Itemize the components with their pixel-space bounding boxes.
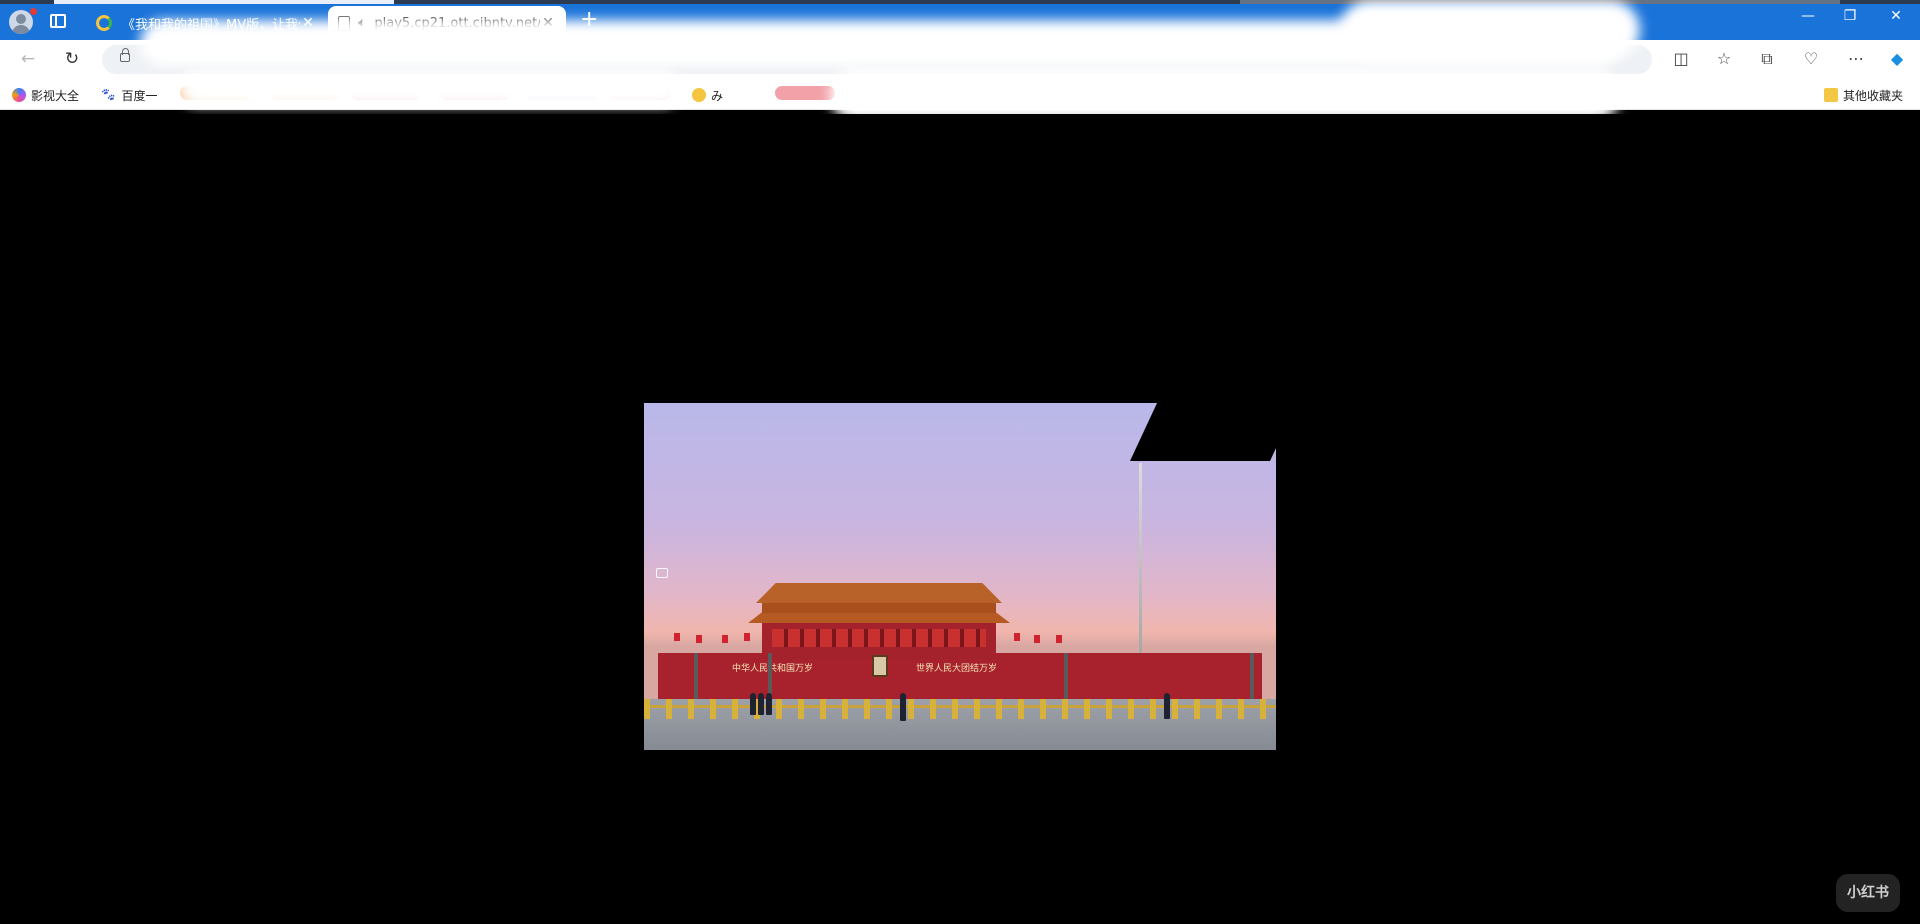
notification-dot [30,8,37,15]
bookmark-label: み [711,88,724,103]
person [766,693,772,715]
bookmark-mi[interactable]: み [692,86,723,104]
red-flag [1014,633,1020,641]
top-edge [0,0,1920,4]
bookmark-icon [692,88,706,102]
loading-favicon-icon [96,15,112,31]
screen-lock-icon[interactable] [656,568,668,578]
fence [644,699,1276,719]
folder-icon [1824,88,1838,102]
wall-banner-right: 世界人民大团结万岁 [916,664,998,674]
red-flag [744,633,750,641]
bookmark-label: 影视大全 [31,88,80,103]
portrait [872,655,888,677]
browser-window: 《我和我的祖国》MV版，让我们 ✕ 🔈︎ play5.cp21.ott.cibn… [0,0,1920,924]
video-redaction [1130,403,1276,461]
close-window-button[interactable]: ✕ [1876,8,1916,24]
avatar-head [16,14,26,24]
red-flag [696,635,702,643]
lamp-post [694,653,698,703]
favorites-star-icon[interactable]: ☆ [1713,49,1735,69]
folder-label: 其他收藏夹 [1843,88,1904,103]
gate-roof-top [756,583,1002,603]
copilot-icon[interactable]: ◆ [1886,49,1908,69]
video-player[interactable]: 中华人民共和国万岁 世界人民大团结万岁 [644,403,1276,750]
profile-avatar[interactable] [9,10,33,34]
gate-columns [772,629,986,647]
lock-icon[interactable] [120,48,130,62]
bookmark-label: 百度一 [121,88,158,103]
lamp-post [1064,653,1068,703]
person [750,693,756,715]
lamp-post [1250,653,1254,703]
other-favorites-folder[interactable]: 其他收藏夹 [1824,86,1903,104]
restore-button[interactable]: ❐ [1830,8,1870,24]
bookmark-yingshi[interactable]: 影视大全 [12,86,79,104]
red-flag [722,635,728,643]
bookmark-blurred[interactable] [775,86,835,100]
red-flag [674,633,680,641]
browser-essentials-icon[interactable]: ♡ [1800,49,1822,69]
redaction-scribble [1340,0,1640,60]
person [900,693,906,721]
redaction-scribble [180,70,680,106]
back-arrow-icon[interactable]: ← [16,48,40,70]
top-edge-segment [54,0,394,4]
wall-banner-left: 中华人民共和国万岁 [732,664,814,674]
refresh-icon[interactable]: ↻ [60,48,84,70]
person [1164,693,1170,719]
minimize-button[interactable]: — [1788,8,1828,24]
workspaces-icon[interactable] [50,14,66,28]
bookmark-baidu[interactable]: 🐾︎ 百度一 [100,86,158,104]
yingshi-logo-icon [12,88,26,102]
collections-icon[interactable]: ⧉ [1756,49,1778,69]
avatar-body [12,25,30,34]
more-menu-icon[interactable]: ⋯ [1845,49,1867,69]
watermark: 小红书 [1836,874,1900,912]
red-flag [1034,635,1040,643]
split-screen-icon[interactable]: ◫ [1670,49,1692,69]
baidu-paw-icon: 🐾︎ [100,88,117,103]
person [758,693,764,715]
red-flag [1056,635,1062,643]
